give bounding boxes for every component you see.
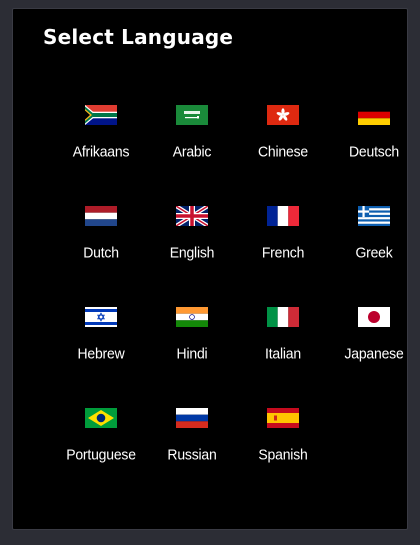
- netherlands-flag-icon: [85, 206, 117, 226]
- language-label: Deutsch: [349, 142, 399, 160]
- language-option-english[interactable]: English: [146, 206, 238, 286]
- language-label: Hebrew: [77, 344, 125, 362]
- language-option-dutch[interactable]: Dutch: [55, 206, 147, 286]
- brazil-flag-icon: [85, 408, 117, 428]
- saudi-arabia-flag-icon: [176, 105, 208, 125]
- language-label: Japanese: [344, 344, 404, 362]
- language-label: Russian: [167, 445, 217, 463]
- language-option-french[interactable]: French: [237, 206, 329, 286]
- greece-flag-icon: [358, 206, 390, 226]
- language-label: Spanish: [258, 445, 308, 463]
- language-label: Afrikaans: [72, 142, 130, 160]
- hong-kong-flag-icon: [267, 105, 299, 125]
- italy-flag-icon: [267, 307, 299, 327]
- language-option-chinese[interactable]: Chinese: [237, 105, 329, 185]
- language-dialog: Select Language Afrikaans Arabic Chinese…: [12, 8, 408, 530]
- germany-flag-icon: [358, 105, 390, 125]
- south-africa-flag-icon: [85, 105, 117, 125]
- israel-flag-icon: [85, 307, 117, 327]
- language-option-hebrew[interactable]: Hebrew: [55, 307, 147, 387]
- language-option-spanish[interactable]: Spanish: [237, 408, 329, 488]
- language-label: Portuguese: [66, 445, 136, 463]
- language-option-japanese[interactable]: Japanese: [328, 307, 420, 387]
- language-option-hindi[interactable]: Hindi: [146, 307, 238, 387]
- language-option-arabic[interactable]: Arabic: [146, 105, 238, 185]
- language-option-russian[interactable]: Russian: [146, 408, 238, 488]
- russia-flag-icon: [176, 408, 208, 428]
- language-label: Greek: [355, 243, 393, 261]
- india-flag-icon: [176, 307, 208, 327]
- language-label: Chinese: [258, 142, 308, 160]
- spain-flag-icon: [267, 408, 299, 428]
- language-label: Arabic: [172, 142, 212, 160]
- language-label: English: [169, 243, 215, 261]
- language-option-portuguese[interactable]: Portuguese: [55, 408, 147, 488]
- language-label: French: [261, 243, 305, 261]
- france-flag-icon: [267, 206, 299, 226]
- language-option-greek[interactable]: Greek: [328, 206, 420, 286]
- language-label: Italian: [265, 344, 301, 362]
- japan-flag-icon: [358, 307, 390, 327]
- language-option-italian[interactable]: Italian: [237, 307, 329, 387]
- dialog-title: Select Language: [43, 25, 234, 49]
- language-label: Hindi: [176, 344, 208, 362]
- language-label: Dutch: [83, 243, 119, 261]
- united-kingdom-flag-icon: [176, 206, 208, 226]
- language-option-afrikaans[interactable]: Afrikaans: [55, 105, 147, 185]
- language-option-deutsch[interactable]: Deutsch: [328, 105, 420, 185]
